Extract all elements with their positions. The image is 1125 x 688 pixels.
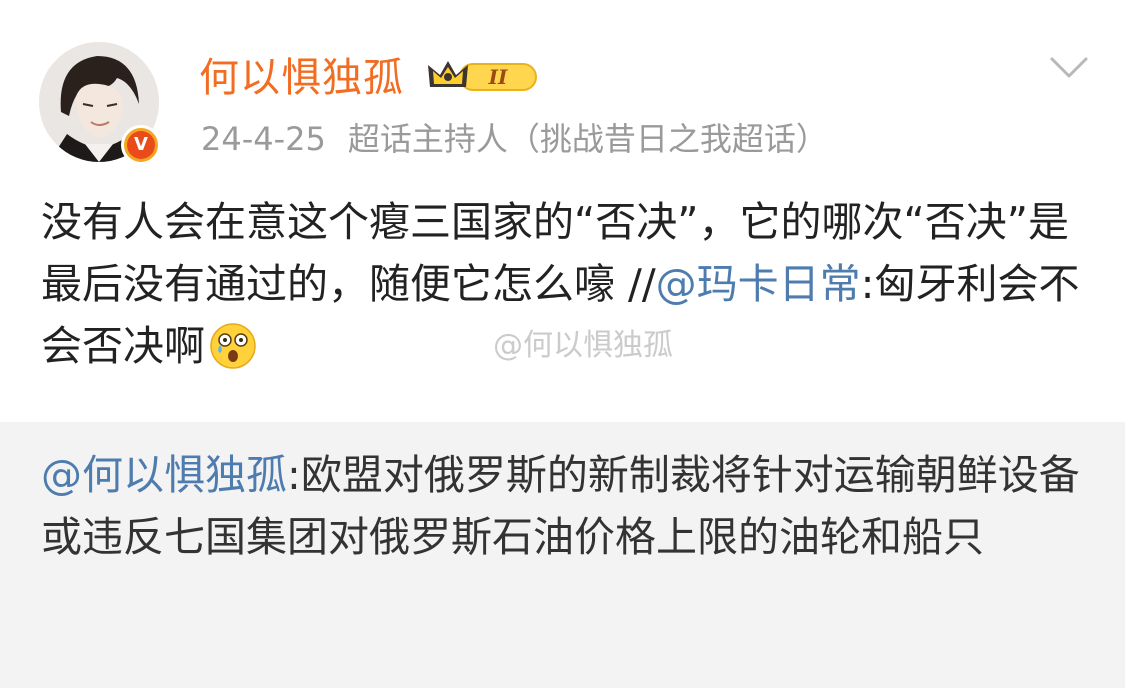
repost-content: @何以惧独孤:欧盟对俄罗斯的新制裁将针对运输朝鲜设备或违反七国集团对俄罗斯石油价… — [41, 444, 1091, 568]
post-meta: 24-4-25 超话主持人（挑战昔日之我超话） — [201, 117, 828, 161]
username[interactable]: 何以惧独孤 — [199, 52, 404, 104]
post-date: 24-4-25 — [201, 120, 326, 158]
mention-link[interactable]: @玛卡日常 — [656, 260, 861, 308]
level-crown-icon: II — [428, 61, 537, 91]
verified-badge: V — [121, 125, 161, 165]
chevron-down-icon[interactable] — [1049, 56, 1089, 80]
level-badge-label: II — [488, 65, 508, 89]
verified-badge-label: V — [127, 131, 155, 159]
post-content: 没有人会在意这个瘪三国家的“否决”，它的哪次“否决”是最后没有通过的，随便它怎么… — [41, 191, 1091, 377]
shocked-crying-emoji — [210, 323, 256, 369]
post-source[interactable]: 超话主持人（挑战昔日之我超话） — [348, 117, 828, 161]
post-header: V 何以惧独孤 II 24-4-25 超话主持人（挑战昔日之我超话） — [0, 0, 1125, 180]
repost-author-link[interactable]: @何以惧独孤 — [41, 451, 287, 499]
weibo-post-card: V 何以惧独孤 II 24-4-25 超话主持人（挑战昔日之我超话） 没有人会在… — [0, 0, 1125, 688]
